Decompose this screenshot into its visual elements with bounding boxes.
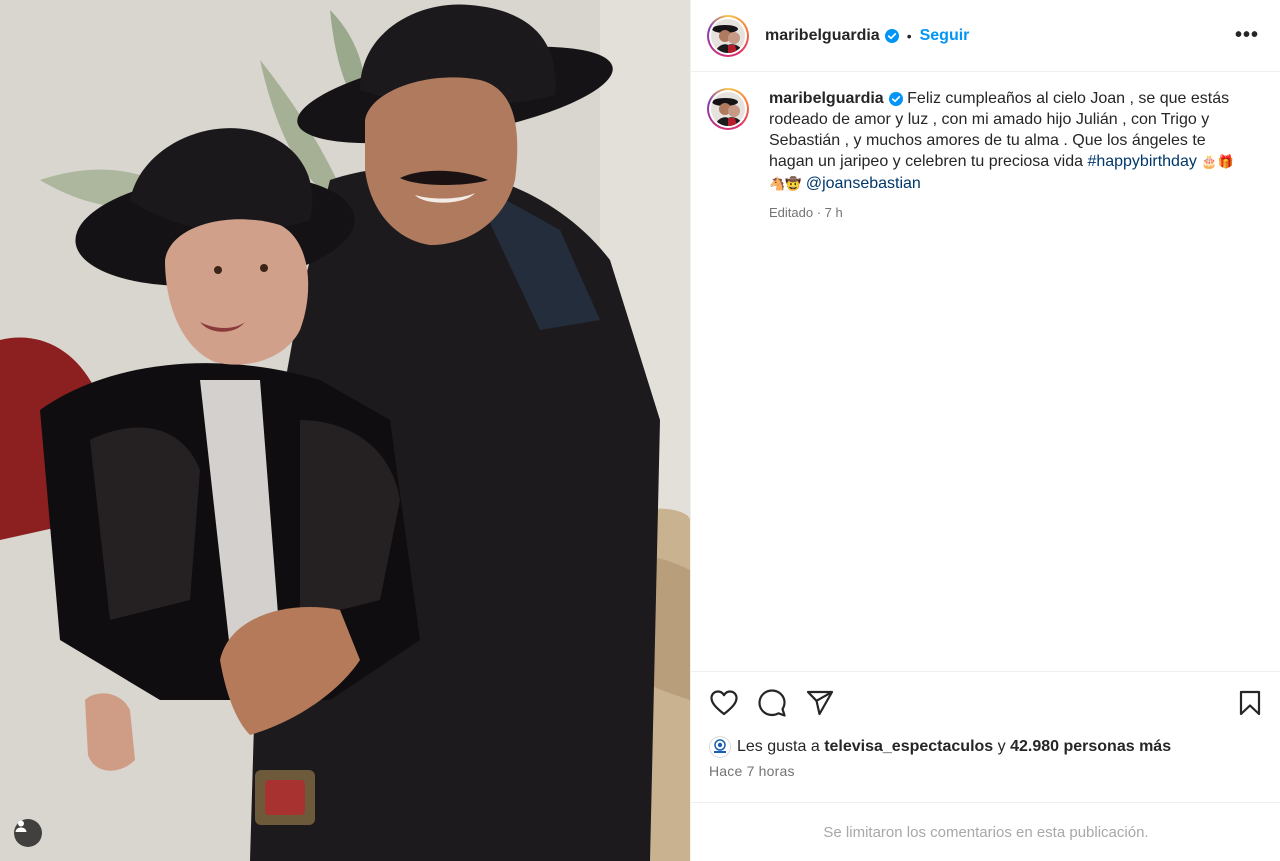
verified-icon — [884, 28, 899, 43]
likes-summary: Les gusta a televisa_espectaculos y 42.9… — [709, 736, 1171, 758]
post-sidebar: maribelguardia • Seguir ••• maribelguard… — [690, 0, 1280, 861]
mention-link[interactable]: @joansebastian — [806, 175, 921, 192]
post-photo[interactable] — [0, 0, 690, 861]
comments-limited-notice: Se limitaron los comentarios en esta pub… — [691, 802, 1280, 861]
author-username[interactable]: maribelguardia — [765, 27, 880, 45]
bookmark-icon — [1239, 690, 1261, 716]
verified-icon — [888, 91, 903, 106]
liker-username[interactable]: televisa_espectaculos — [824, 738, 993, 756]
more-icon[interactable]: ••• — [1235, 24, 1259, 47]
caption-text: maribelguardia Feliz cumpleaños al cielo… — [769, 88, 1239, 195]
like-button[interactable] — [709, 688, 739, 718]
photo-illustration — [0, 0, 690, 861]
edited-timestamp: Editado · 7 h — [769, 205, 843, 220]
televisa-logo-icon — [714, 739, 726, 753]
separator-dot: • — [906, 27, 912, 44]
user-tag-button[interactable] — [14, 819, 42, 847]
avatar-image — [711, 18, 745, 53]
comment-button[interactable] — [757, 688, 787, 718]
comment-icon — [758, 689, 786, 717]
hashtag-link[interactable]: #happybirthday — [1087, 153, 1196, 170]
likes-prefix: Les gusta a — [737, 738, 820, 755]
avatar-image — [711, 92, 745, 126]
likes-connector: y — [997, 738, 1006, 755]
liker-avatar[interactable] — [709, 736, 731, 758]
save-button[interactable] — [1235, 688, 1265, 718]
post-header: maribelguardia • Seguir ••• — [691, 0, 1280, 72]
share-button[interactable] — [805, 688, 835, 718]
share-icon — [806, 690, 834, 716]
action-bar — [691, 671, 1280, 731]
caption-author-avatar[interactable] — [707, 88, 749, 130]
heart-icon — [710, 690, 738, 716]
follow-button[interactable]: Seguir — [920, 27, 970, 45]
author-avatar[interactable] — [707, 14, 749, 57]
likes-count[interactable]: 42.980 personas más — [1010, 738, 1171, 756]
caption-username[interactable]: maribelguardia — [769, 90, 884, 107]
post-time[interactable]: Hace 7 horas — [709, 763, 795, 779]
post-caption: maribelguardia Feliz cumpleaños al cielo… — [707, 88, 1267, 220]
user-tag-icon — [15, 820, 27, 832]
